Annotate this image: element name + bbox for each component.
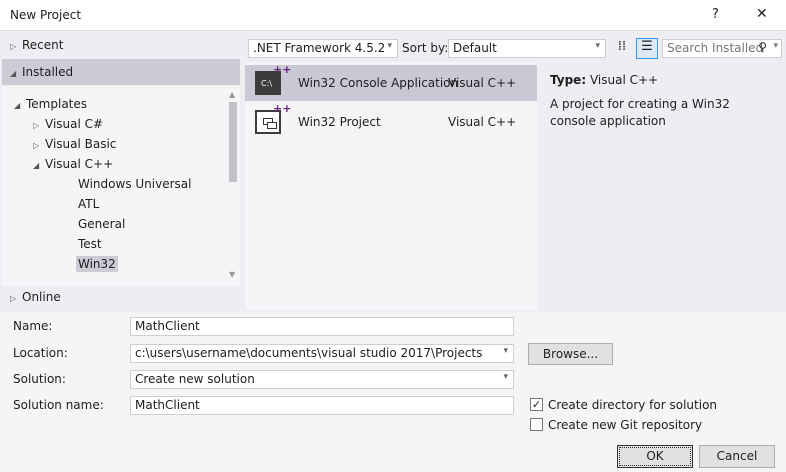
sidebar-label: Recent xyxy=(22,38,64,52)
cpp-plus-icon: ++ xyxy=(273,102,292,115)
tree-item-label: Visual C# xyxy=(45,117,104,131)
title-bar: New Project ? ✕ xyxy=(0,0,786,31)
tree-item[interactable]: Windows Universal xyxy=(78,177,191,191)
template-tree: ◢ Templates ▷ Visual C# ▷ Visual Basic ◢ Visual… xyxy=(2,86,240,286)
close-button[interactable]: ✕ xyxy=(756,6,768,22)
solution-dropdown[interactable]: Create new solution xyxy=(130,370,514,389)
expand-arrow-icon[interactable]: ▷ xyxy=(33,121,45,130)
sort-by-label: Sort by: xyxy=(402,41,449,55)
template-row[interactable]: ++ Win32 Project Visual C++ xyxy=(245,102,537,140)
tree-item[interactable]: ◢ Visual C++ xyxy=(33,157,113,171)
name-input[interactable]: MathClient xyxy=(130,317,514,336)
tree-item-label: General xyxy=(78,217,126,231)
browse-button[interactable]: Browse... xyxy=(528,343,613,365)
tree-scrollbar[interactable]: ▲ ▼ xyxy=(228,90,238,285)
sidebar-label: Installed xyxy=(22,65,74,79)
sidebar-item-installed[interactable]: ◢ Installed xyxy=(2,59,240,85)
tree-item[interactable]: ◢ Templates xyxy=(14,97,87,111)
location-input[interactable]: c:\users\username\documents\visual studi… xyxy=(130,344,514,363)
search-icon[interactable]: ⚲ xyxy=(758,40,767,54)
scroll-thumb[interactable] xyxy=(229,102,237,182)
name-label: Name: xyxy=(13,319,53,333)
sidebar-label: Online xyxy=(22,290,61,304)
help-button[interactable]: ? xyxy=(712,7,719,22)
type-value: Visual C++ xyxy=(589,73,659,87)
cpp-plus-icon: ++ xyxy=(273,63,292,76)
template-row[interactable]: C:\ ++ Win32 Console Application Visual … xyxy=(245,63,537,101)
create-git-label: Create new Git repository xyxy=(548,418,703,432)
tree-item[interactable]: Win32 xyxy=(76,256,118,272)
tree-item-label: ATL xyxy=(78,197,100,211)
collapse-arrow-icon[interactable]: ◢ xyxy=(14,101,26,110)
sort-dropdown[interactable]: Default xyxy=(448,39,606,58)
cancel-button[interactable]: Cancel xyxy=(699,445,775,468)
template-name: Win32 Project xyxy=(298,115,381,129)
sidebar-item-recent[interactable]: ▷ Recent xyxy=(10,38,63,52)
expand-arrow-icon: ▷ xyxy=(10,294,17,303)
window-title: New Project xyxy=(10,8,82,22)
search-options-icon[interactable]: ▾ xyxy=(773,41,778,51)
tree-item[interactable]: General xyxy=(78,217,125,231)
framework-dropdown[interactable]: .NET Framework 4.5.2 xyxy=(248,39,398,58)
scroll-up-icon[interactable]: ▲ xyxy=(229,90,235,99)
create-directory-label: Create directory for solution xyxy=(548,398,718,412)
template-language: Visual C++ xyxy=(448,115,517,129)
sidebar-item-online[interactable]: ▷ Online xyxy=(10,290,61,304)
expand-arrow-icon: ▷ xyxy=(10,42,17,51)
tree-item-label: Test xyxy=(78,237,102,251)
solution-name-input[interactable]: MathClient xyxy=(130,396,514,415)
tree-item[interactable]: ▷ Visual Basic xyxy=(33,137,116,151)
search-input[interactable]: Search Installed ⚲ ▾ xyxy=(662,39,782,58)
small-icons-view-icon[interactable]: ⁞⁞ xyxy=(612,39,632,58)
collapse-arrow-icon: ◢ xyxy=(10,69,17,78)
type-label: Type: xyxy=(550,73,587,87)
tree-item[interactable]: Test xyxy=(78,237,102,251)
expand-arrow-icon[interactable]: ▷ xyxy=(33,141,45,150)
tree-item-label: Windows Universal xyxy=(78,177,192,191)
list-view-icon[interactable]: ☰ xyxy=(636,38,658,59)
create-directory-checkbox[interactable]: ✓ xyxy=(530,398,543,411)
tree-item-label: Visual C++ xyxy=(45,157,114,171)
solution-label: Solution: xyxy=(13,372,66,386)
scroll-down-icon[interactable]: ▼ xyxy=(229,270,235,279)
ok-button[interactable]: OK xyxy=(617,445,693,468)
tree-item-label: Win32 xyxy=(76,256,118,272)
template-language: Visual C++ xyxy=(448,76,517,90)
collapse-arrow-icon[interactable]: ◢ xyxy=(33,161,45,170)
template-name: Win32 Console Application xyxy=(298,76,459,90)
tree-item[interactable]: ▷ Visual C# xyxy=(33,117,103,131)
create-git-checkbox[interactable] xyxy=(530,418,543,431)
solution-name-label: Solution name: xyxy=(13,398,104,412)
location-label: Location: xyxy=(13,346,68,360)
tree-item[interactable]: ATL xyxy=(78,197,99,211)
type-line: Type: Visual C++ xyxy=(550,73,658,87)
search-placeholder: Search Installed xyxy=(667,41,764,55)
tree-item-label: Templates xyxy=(26,97,88,111)
tree-item-label: Visual Basic xyxy=(45,137,117,151)
template-description: A project for creating a Win32 console a… xyxy=(550,97,730,128)
